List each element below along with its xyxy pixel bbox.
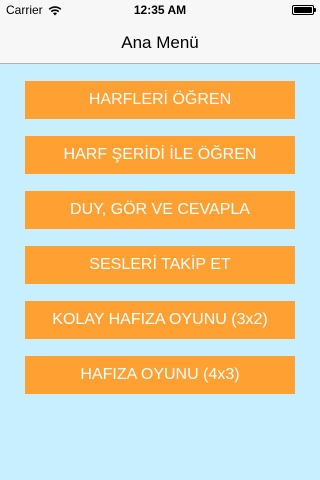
status-bar: Carrier 12:35 AM xyxy=(0,0,320,20)
follow-sounds-button[interactable]: SESLERİ TAKİP ET xyxy=(25,246,295,284)
learn-with-letter-strip-button[interactable]: HARF ŞERİDİ İLE ÖĞREN xyxy=(25,136,295,174)
main-menu: HARFLERİ ÖĞREN HARF ŞERİDİ İLE ÖĞREN DUY… xyxy=(25,81,295,411)
easy-memory-game-button[interactable]: KOLAY HAFIZA OYUNU (3x2) xyxy=(25,301,295,339)
memory-game-button[interactable]: HAFIZA OYUNU (4x3) xyxy=(25,356,295,394)
page-title: Ana Menü xyxy=(121,33,199,52)
status-time: 12:35 AM xyxy=(133,3,187,17)
learn-letters-button[interactable]: HARFLERİ ÖĞREN xyxy=(25,81,295,119)
battery-icon xyxy=(292,5,316,15)
navigation-bar: Ana Menü xyxy=(0,20,320,64)
hear-see-answer-button[interactable]: DUY, GÖR VE CEVAPLA xyxy=(25,191,295,229)
